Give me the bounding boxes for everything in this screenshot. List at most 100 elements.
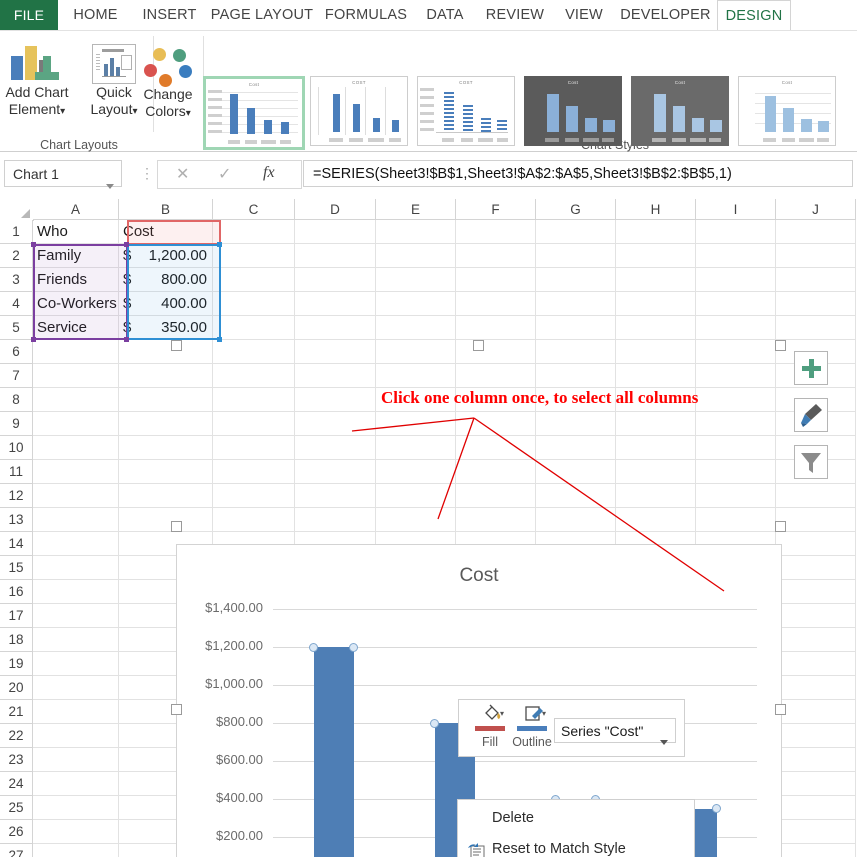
grid-cell[interactable] <box>616 436 696 460</box>
grid-cell[interactable] <box>295 244 376 268</box>
cell-A4[interactable]: Co-Workers <box>33 292 119 316</box>
grid-cell[interactable] <box>33 460 119 484</box>
row-header-18[interactable]: 18 <box>0 628 33 652</box>
grid-cell[interactable] <box>616 484 696 508</box>
grid-cell[interactable] <box>456 220 536 244</box>
grid-cell[interactable] <box>776 508 856 532</box>
grid-cell[interactable] <box>119 436 213 460</box>
context-menu-item-reset-to-match-style[interactable]: Reset to Match Style <box>459 835 695 857</box>
outline-button[interactable]: Outline <box>509 704 555 749</box>
grid-cell[interactable] <box>776 268 856 292</box>
grid-cell[interactable] <box>376 220 456 244</box>
grid-cell[interactable] <box>213 388 295 412</box>
grid-cell[interactable] <box>295 388 376 412</box>
grid-cell[interactable] <box>213 436 295 460</box>
column-header-C[interactable]: C <box>213 199 295 220</box>
grid-cell[interactable] <box>776 580 856 604</box>
grid-cell[interactable] <box>295 508 376 532</box>
grid-cell[interactable] <box>456 436 536 460</box>
grid-cell[interactable] <box>376 460 456 484</box>
chart-bar[interactable] <box>313 647 354 857</box>
ribbon-tab-developer[interactable]: DEVELOPER <box>614 0 717 30</box>
grid-cell[interactable] <box>776 796 856 820</box>
grid-cell[interactable] <box>376 244 456 268</box>
chart-resize-handle-tc[interactable] <box>473 340 484 351</box>
chart-style-thumb-6[interactable]: Cost <box>738 76 836 146</box>
grid-cell[interactable] <box>213 220 295 244</box>
grid-cell[interactable] <box>33 844 119 857</box>
chart-filters-button[interactable] <box>794 445 828 479</box>
row-header-22[interactable]: 22 <box>0 724 33 748</box>
grid-cell[interactable] <box>696 460 776 484</box>
series-selection-handle[interactable] <box>430 718 439 728</box>
grid-cell[interactable] <box>33 436 119 460</box>
column-header-A[interactable]: A <box>33 199 119 220</box>
grid-cell[interactable] <box>119 364 213 388</box>
grid-cell[interactable] <box>33 484 119 508</box>
grid-cell[interactable] <box>696 316 776 340</box>
grid-cell[interactable] <box>696 436 776 460</box>
series-selection-handle[interactable] <box>712 804 721 813</box>
grid-cell[interactable] <box>119 484 213 508</box>
range-handle[interactable] <box>124 337 129 342</box>
grid-cell[interactable] <box>456 364 536 388</box>
grid-cell[interactable] <box>776 292 856 316</box>
grid-cell[interactable] <box>776 748 856 772</box>
grid-cell[interactable] <box>213 412 295 436</box>
grid-cell[interactable] <box>33 700 119 724</box>
range-handle[interactable] <box>31 337 36 342</box>
grid-cell[interactable] <box>616 508 696 532</box>
grid-cell[interactable] <box>696 340 776 364</box>
grid-cell[interactable] <box>295 220 376 244</box>
grid-cell[interactable] <box>33 532 119 556</box>
chart-style-thumb-1[interactable]: Cost <box>203 76 305 150</box>
column-header-D[interactable]: D <box>295 199 376 220</box>
grid-cell[interactable] <box>295 364 376 388</box>
grid-cell[interactable] <box>376 364 456 388</box>
series-selection-handle[interactable] <box>309 642 318 652</box>
grid-cell[interactable] <box>33 724 119 748</box>
column-header-G[interactable]: G <box>536 199 616 220</box>
column-header-B[interactable]: B <box>119 199 213 220</box>
cell-B1[interactable]: Cost <box>119 220 213 244</box>
chart-resize-handle-br[interactable] <box>775 704 786 715</box>
grid-cell[interactable] <box>616 364 696 388</box>
grid-cell[interactable] <box>776 244 856 268</box>
ribbon-tab-view[interactable]: VIEW <box>554 0 614 30</box>
grid-cell[interactable] <box>119 508 213 532</box>
grid-cell[interactable] <box>295 292 376 316</box>
grid-cell[interactable] <box>776 820 856 844</box>
grid-cell[interactable] <box>376 508 456 532</box>
fill-button[interactable]: Fill <box>467 704 513 749</box>
grid-cell[interactable] <box>536 340 616 364</box>
grid-cell[interactable] <box>213 244 295 268</box>
context-menu-item-delete[interactable]: Delete <box>459 804 695 835</box>
grid-cell[interactable] <box>119 388 213 412</box>
grid-cell[interactable] <box>696 220 776 244</box>
grid-cell[interactable] <box>295 484 376 508</box>
chart-style-thumb-4[interactable]: Cost <box>524 76 622 146</box>
grid-cell[interactable] <box>696 292 776 316</box>
grid-cell[interactable] <box>33 364 119 388</box>
ribbon-tab-data[interactable]: DATA <box>414 0 476 30</box>
grid-cell[interactable] <box>295 460 376 484</box>
grid-cell[interactable] <box>776 724 856 748</box>
grid-cell[interactable] <box>616 292 696 316</box>
row-header-3[interactable]: 3 <box>0 268 33 292</box>
ribbon-tab-design[interactable]: DESIGN <box>717 0 791 33</box>
grid-cell[interactable] <box>119 460 213 484</box>
grid-cell[interactable] <box>776 484 856 508</box>
row-header-15[interactable]: 15 <box>0 556 33 580</box>
column-header-E[interactable]: E <box>376 199 456 220</box>
cell-B4[interactable]: $400.00 <box>119 292 213 316</box>
row-header-26[interactable]: 26 <box>0 820 33 844</box>
cell-A3[interactable]: Friends <box>33 268 119 292</box>
grid-cell[interactable] <box>33 796 119 820</box>
grid-cell[interactable] <box>213 268 295 292</box>
row-header-8[interactable]: 8 <box>0 388 33 412</box>
chart-resize-handle-tr[interactable] <box>775 340 786 351</box>
grid-cell[interactable] <box>456 340 536 364</box>
row-header-23[interactable]: 23 <box>0 748 33 772</box>
grid-cell[interactable] <box>213 460 295 484</box>
chart-resize-handle-bl[interactable] <box>171 704 182 715</box>
